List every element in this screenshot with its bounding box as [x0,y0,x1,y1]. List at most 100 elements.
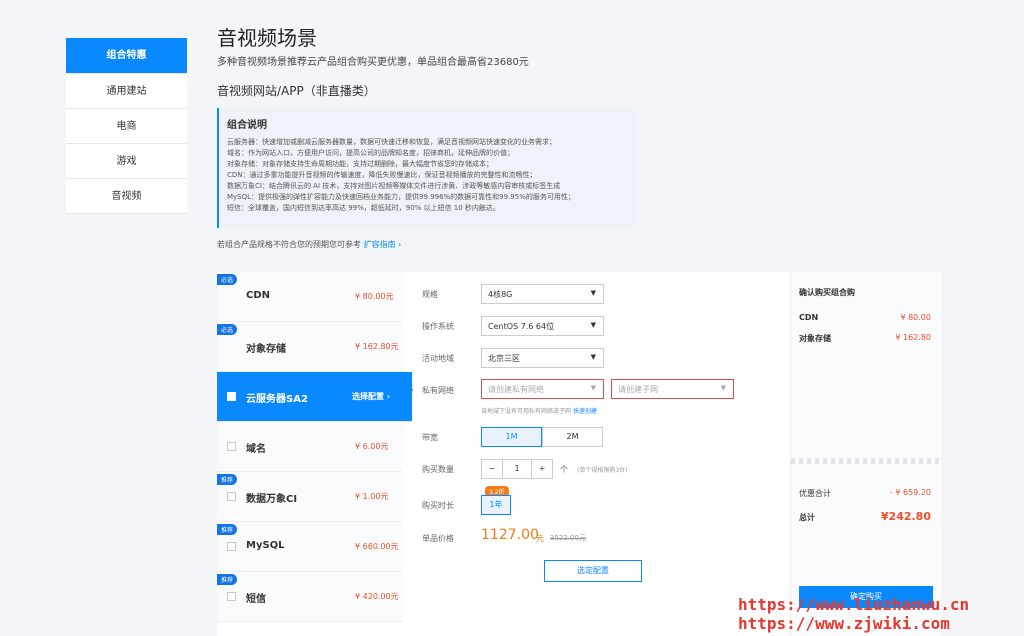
duration-label: 购买时长 [422,501,454,510]
product-item-ci[interactable]: 推荐 数据万象CI ¥ 1.00元 [217,472,403,522]
description-line: 数据万象CI：结合腾讯云的 AI 技术，支持对图片视频等媒体文件进行涉黄、涉政等… [227,182,561,190]
required-badge: 必选 [217,274,238,285]
product-name: 短信 [246,594,266,605]
product-price: ¥ 660.00元 [355,542,399,551]
cart-item: CDN ¥ 80.00 [799,313,931,322]
product-checkbox[interactable] [227,492,236,501]
unit-price-unit: 元 [536,534,544,543]
product-checkbox[interactable] [227,392,236,401]
description-heading: 组合说明 [227,120,267,131]
product-checkbox[interactable] [227,542,236,551]
quantity-unit: 个 [560,465,568,474]
product-name: CDN [246,290,271,301]
total-value: ¥242.80 [880,510,931,523]
description-line: CDN：通过多重功能提升音视频的传输速度，降低失败慢速比，保证音视频播放的完整性… [227,171,537,179]
divider [791,458,939,464]
product-item-cdn[interactable]: 必选 CDN ¥ 80.00元 [217,272,403,322]
product-item-mysql[interactable]: 推荐 MySQL ¥ 660.00元 [217,522,403,572]
watermark-line: https://www.liuzhanwu.cn [738,595,970,614]
confirm-config-button[interactable]: 选定配置 [544,560,642,582]
cart-title: 确认购买组合购 [799,288,855,297]
chevron-down-icon: ▼ [590,353,596,361]
os-select[interactable]: CentOS 7.6 64位 ▼ [481,316,604,336]
description-line: 对象存储：对象存储支持生命周期功能，支持过期删除，最大幅度节省您的存储成本； [227,160,493,168]
recommend-badge: 推荐 [217,474,238,485]
network-label: 私有网络 [422,386,454,395]
description-line: 云服务器：快速增加或删减云服务器数量，数据可快速迁移和恢复，满足音视频网站快速变… [227,138,556,146]
quantity-minus-button[interactable]: − [481,459,503,479]
product-price: ¥ 6.00元 [355,442,389,451]
network-note-text: 该地域下没有可用私有网络或子网 [481,408,572,415]
product-item-cos[interactable]: 必选 对象存储 ¥ 162.80元 [217,322,403,372]
quantity-note: (单个规格限购3台) [577,467,628,474]
unit-price: 1127.00 [481,527,539,543]
product-price: ¥ 162.80元 [355,342,399,351]
product-checkbox[interactable] [227,592,236,601]
spec-select[interactable]: 4核8G ▼ [481,284,604,304]
network-note: 该地域下没有可用私有网络或子网 快速创建 [481,406,597,415]
cart-panel: 确认购买组合购 CDN ¥ 80.00 对象存储 ¥ 162.80 优惠合计 - ¥ … [790,272,939,636]
os-label: 操作系统 [422,322,454,331]
unit-price-label: 单品价格 [422,534,454,543]
vpc-placeholder: 请创建私有网络 [488,385,544,394]
bandwidth-2m-option[interactable]: 2M [542,427,603,447]
duration-1y-option[interactable]: 1年 [481,495,511,515]
product-item-domain[interactable]: 域名 ¥ 6.00元 [217,422,403,472]
product-name: 对象存储 [246,344,286,355]
product-checkbox[interactable] [227,442,236,451]
product-item-cvm[interactable]: 云服务器SA2 选择配置 › [217,372,412,422]
chevron-down-icon: ▼ [590,384,596,392]
quantity-plus-button[interactable]: + [531,459,553,479]
recommend-badge: 推荐 [217,524,238,535]
scaling-hint: 若组合产品规格不符合您的预期您可参考 扩容指南 › [217,239,401,250]
config-panel: 必选 CDN ¥ 80.00元 必选 对象存储 ¥ 162.80元 云服务器SA… [217,272,941,636]
recommend-badge: 推荐 [217,574,238,585]
select-config-link[interactable]: 选择配置 › [352,391,390,402]
cart-item-price: ¥ 80.00 [900,313,931,322]
required-badge: 必选 [217,324,238,335]
description-line: 域名：作为网站入口，方便用户访问，提高公司的品牌知名度，招徕商机，延伸品牌的价值… [227,149,514,157]
discount-row: 优惠合计 - ¥ 659.20 [799,488,931,499]
sidebar-item-combo[interactable]: 组合特惠 [66,38,187,74]
bandwidth-1m-option[interactable]: 1M [481,427,542,447]
discount-value: - ¥ 659.20 [889,488,931,497]
cart-item: 对象存储 ¥ 162.80 [799,333,931,344]
product-price: ¥ 1.00元 [355,492,389,501]
sidebar-item-game[interactable]: 游戏 [66,144,187,179]
cart-item-name: CDN [799,313,819,322]
region-label: 活动地域 [422,354,454,363]
hint-text: 若组合产品规格不符合您的预期您可参考 [217,240,361,249]
region-select[interactable]: 北京三区 ▼ [481,348,604,368]
section-title: 音视频网站/APP（非直播类） [217,84,376,98]
bandwidth-label: 带宽 [422,433,438,442]
page-title: 音视频场景 [217,26,317,50]
spec-label: 规格 [422,290,438,299]
original-price: 3522.00元 [550,534,586,542]
quick-create-link[interactable]: 快速创建 [573,408,597,415]
description-line: 短信：全球覆盖，国内短信到达率高达 99%，超低延时，90% 以上短信 10 秒… [227,204,500,212]
product-name: 域名 [246,444,266,455]
watermark-line: https://www.zjwiki.com [738,614,950,633]
chevron-down-icon: ▼ [590,289,596,297]
sidebar-item-video[interactable]: 音视频 [66,179,187,214]
cart-item-price: ¥ 162.80 [895,333,931,342]
page: 组合特惠 通用建站 电商 游戏 音视频 音视频场景 多种音视频场景推荐云产品组合… [0,0,1024,636]
combo-description: 组合说明 云服务器：快速增加或删减云服务器数量，数据可快速迁移和恢复，满足音视频… [217,108,637,228]
sidebar-item-ecommerce[interactable]: 电商 [66,109,187,144]
description-line: MySQL：提供极强的弹性扩容能力及快速回档业务能力，提供99.996%的数据可… [227,193,575,201]
product-name: 数据万象CI [246,494,298,505]
quantity-label: 购买数量 [422,465,454,474]
chevron-down-icon: ▼ [590,321,596,329]
discount-label: 优惠合计 [799,489,831,498]
vpc-select[interactable]: 请创建私有网络 ▼ [481,379,604,399]
product-list: 必选 CDN ¥ 80.00元 必选 对象存储 ¥ 162.80元 云服务器SA… [217,272,412,622]
spec-value: 4核8G [488,290,513,299]
subnet-select[interactable]: 请创建子网 ▼ [611,379,734,399]
scaling-guide-link[interactable]: 扩容指南 › [364,240,402,249]
product-item-sms[interactable]: 推荐 短信 ¥ 420.00元 [217,572,403,622]
region-value: 北京三区 [488,354,520,363]
sidebar-item-website[interactable]: 通用建站 [66,74,187,109]
quantity-input[interactable]: 1 [502,459,532,479]
subnet-placeholder: 请创建子网 [618,385,658,394]
total-row: 总计 ¥242.80 [799,510,931,523]
